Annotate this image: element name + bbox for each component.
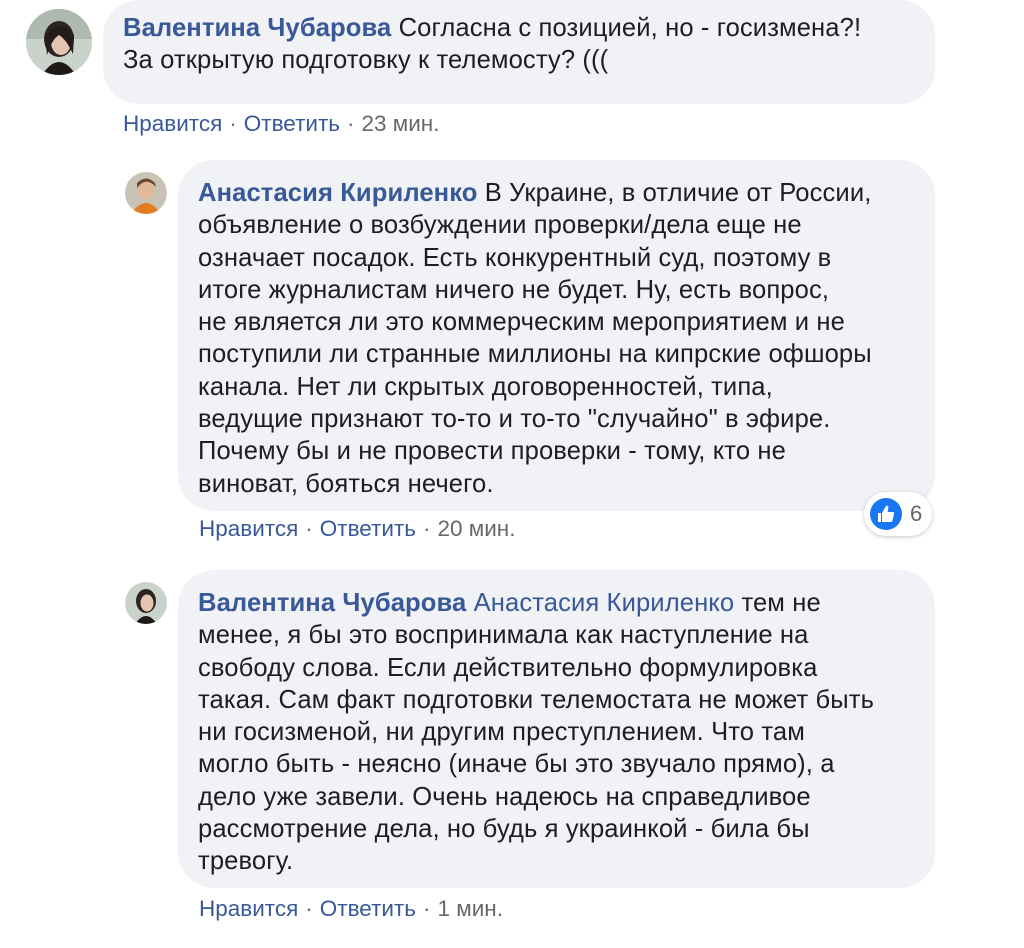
like-link[interactable]: Нравится [199,896,298,921]
separator-dot: · [305,516,313,541]
comment-text: поступили ли странные миллионы на кипрск… [198,340,872,369]
comment-text: свободу слова. Если действительно формул… [198,653,818,682]
like-link[interactable]: Нравится [199,516,298,541]
comment-text: Почему бы и не провести проверки - тому,… [198,437,786,466]
comment-text: ведущие признают то-то и то-то "случайно… [198,405,831,434]
comment-text: менее, я бы это воспринимала как наступл… [198,621,809,650]
comment-bubble: Валентина Чубарова Анастасия Кириленко т… [178,570,935,888]
comment-actions: Нравится · Ответить · 20 мин. [199,516,515,542]
like-thumb-icon [870,498,902,530]
comment-text-line: Анастасия Кириленко В Украине, в отличие… [198,177,915,209]
user-photo-icon [125,172,167,214]
comment-text: дело уже завели. Очень надеюсь на справе… [198,782,811,811]
comment-actions: Нравится · Ответить · 23 мин. [123,111,439,137]
comment-text: такая. Сам факт подготовки телемостата н… [198,685,875,714]
comment-text: объявление о возбуждении проверки/дела е… [198,211,802,240]
avatar[interactable] [125,172,167,214]
comment-author[interactable]: Валентина Чубарова [123,14,391,42]
separator-dot: · [229,111,237,136]
comment-text: означает посадок. Есть конкурентный суд,… [198,243,832,272]
comment-text: могло быть - неясно (иначе бы это звучал… [198,750,835,779]
reaction-count: 6 [910,501,923,526]
user-photo-icon [125,582,167,624]
comment-text: канала. Нет ли скрытых договоренностей, … [198,372,773,401]
separator-dot: · [305,896,313,921]
comment-text: итоге журналистам ничего не будет. Ну, е… [198,275,830,304]
separator-dot: · [422,516,431,541]
reaction-summary[interactable]: 6 [864,492,932,536]
comment-timestamp[interactable]: 1 мин. [437,896,502,921]
comment-author[interactable]: Анастасия Кириленко [198,179,478,207]
comment-text: тревогу. [198,847,294,876]
comment-text: Согласна с позицией, но - госизмена?! [398,14,862,42]
comment-text: За открытую подготовку к телемосту? ((( [123,46,609,75]
reply-link[interactable]: Ответить [320,516,416,541]
comment-text: ни госизменой, ни другим преступлением. … [198,718,805,747]
comment-actions: Нравится · Ответить · 1 мин. [199,896,503,922]
comment-bubble: Анастасия Кириленко В Украине, в отличие… [178,160,935,511]
comment-text: виноват, бояться нечего. [198,469,494,498]
comment-text: рассмотрение дела, но будь я украинкой -… [198,815,810,844]
comment-bubble: Валентина Чубарова Согласна с позицией, … [103,0,935,104]
comment-timestamp[interactable]: 20 мин. [437,516,515,541]
separator-dot: · [346,111,355,136]
user-photo-icon [26,9,92,75]
avatar[interactable] [26,9,92,75]
comment-text: не является ли это коммерческим мероприя… [198,308,845,337]
separator-dot: · [422,896,431,921]
reply-link[interactable]: Ответить [320,896,416,921]
comment-text: тем не [741,589,821,617]
comment-timestamp[interactable]: 23 мин. [361,111,439,136]
reply-link[interactable]: Ответить [244,111,340,136]
comment-author[interactable]: Валентина Чубарова [198,589,466,617]
like-link[interactable]: Нравится [123,111,222,136]
mention-link[interactable]: Анастасия Кириленко [474,589,735,617]
comment-text-line: Валентина Чубарова Согласна с позицией, … [123,12,915,44]
comment-text: В Украине, в отличие от России, [484,179,872,207]
avatar[interactable] [125,582,167,624]
comment-text-line: Валентина Чубарова Анастасия Кириленко т… [198,587,915,619]
